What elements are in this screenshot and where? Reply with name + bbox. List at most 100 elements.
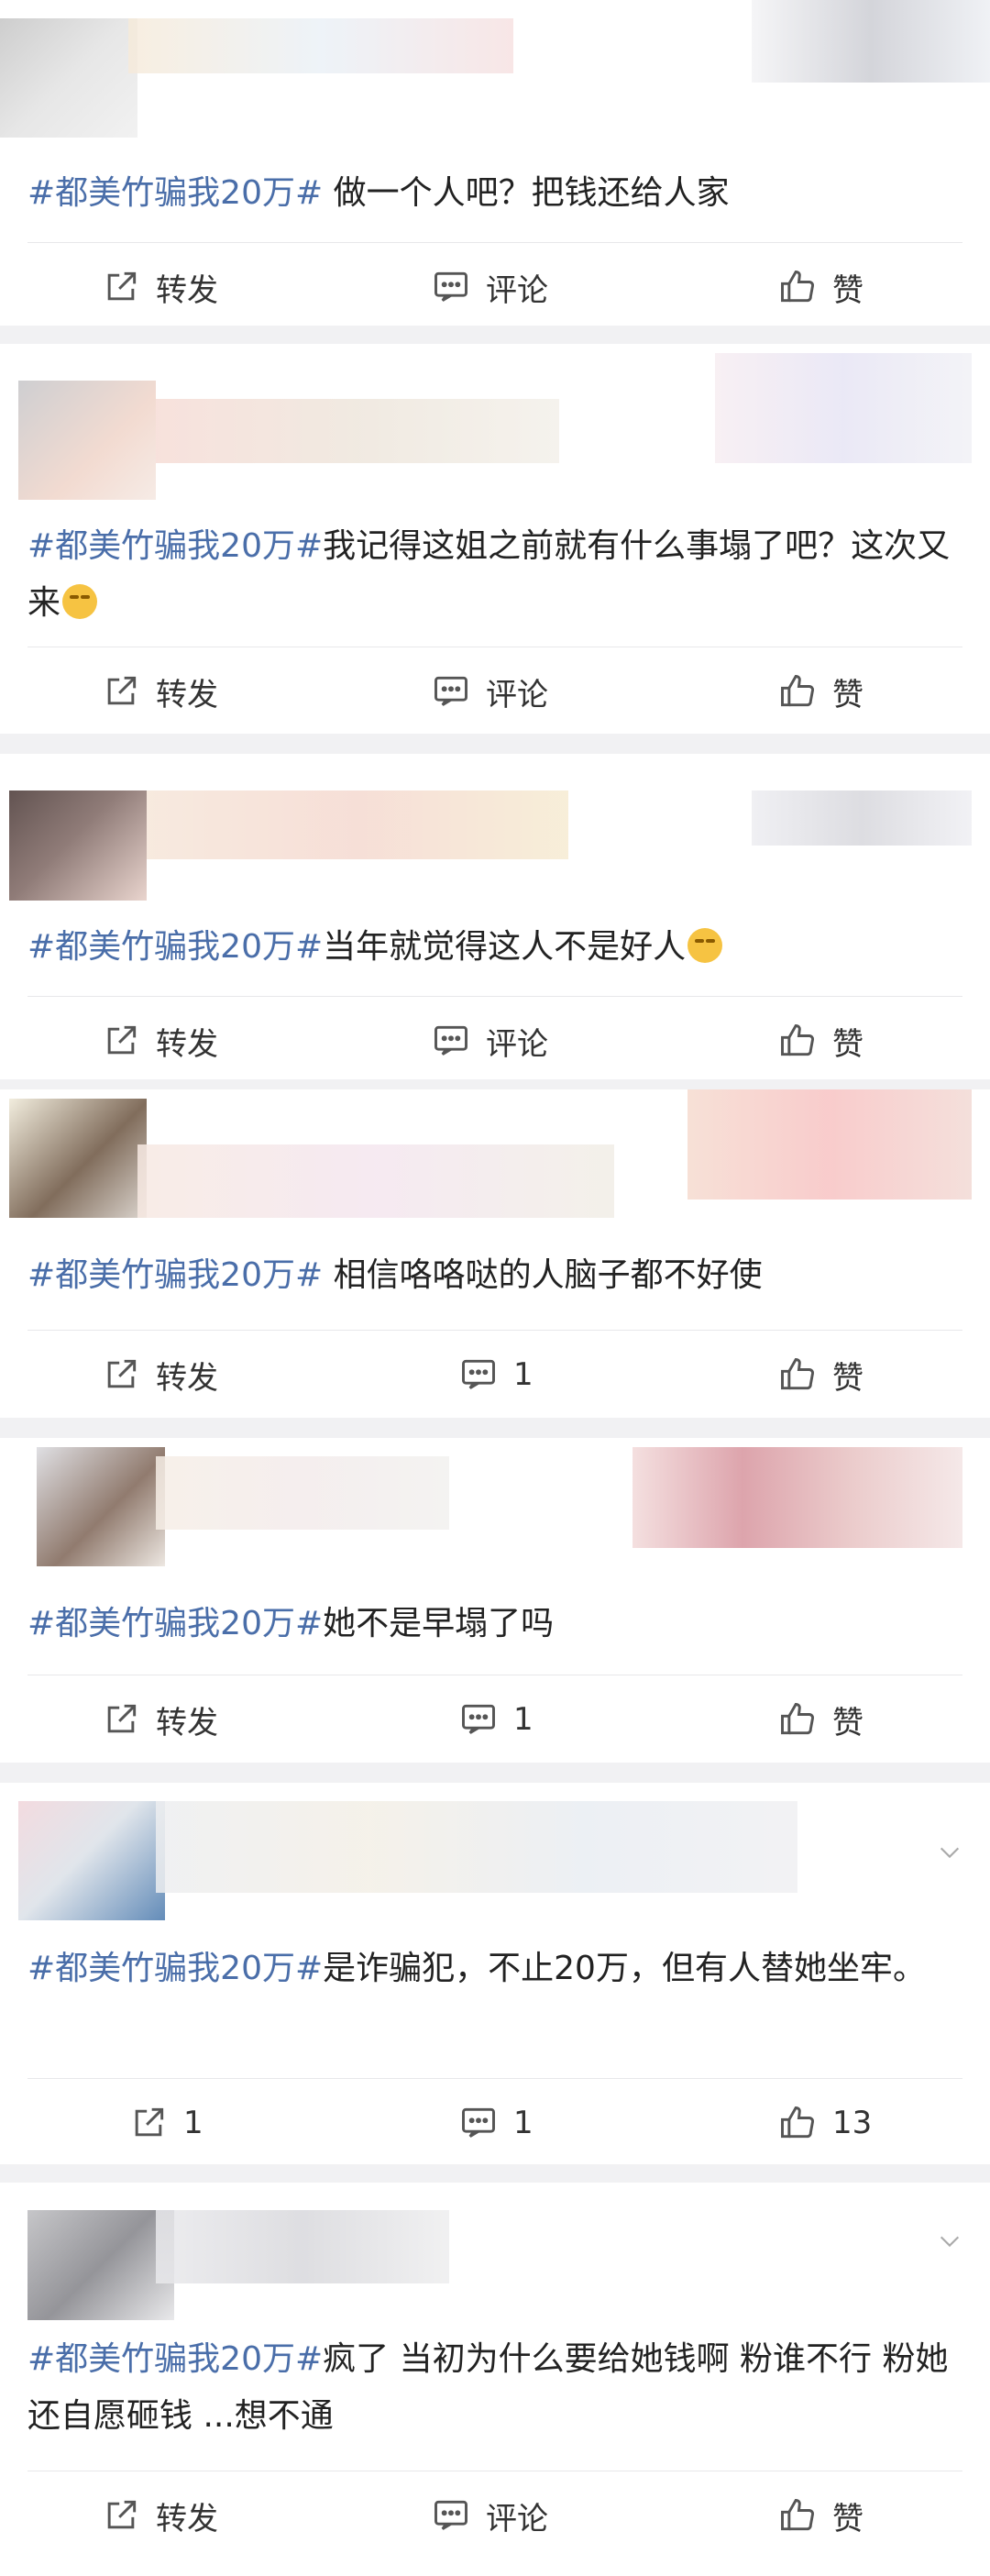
post-text: #都美竹骗我20万#是诈骗犯，不止20万，但有人替她坐牢。 [28,1940,962,1997]
hashtag-link[interactable]: #都美竹骗我20万# [28,2340,323,2378]
like-button[interactable]: 赞 [777,2474,864,2557]
thumbs-up-icon [781,675,814,707]
like-button[interactable]: 赞 [777,1000,864,1079]
repost-icon [107,1704,137,1733]
comment-count: 1 [513,2105,534,2141]
comment-icon [434,1025,468,1056]
laughing-tears-emoji [62,584,98,619]
thumbs-up-icon [781,1024,814,1056]
like-label: 赞 [832,2500,864,2537]
like-button[interactable]: 赞 [777,246,864,326]
mosaic-avatar [18,381,156,500]
comment-icon [434,676,468,706]
like-button[interactable]: 13 [777,2082,872,2164]
repost-label: 转发 [156,2500,218,2537]
mosaic-avatar [18,1801,165,1920]
blurred-user-header [0,344,990,504]
action-bar: 转发 评论 赞 [0,1000,990,1079]
comment-label: 评论 [486,2500,548,2537]
blurred-user-header [0,1089,990,1250]
like-label: 赞 [832,676,864,713]
action-bar: 转发 1 赞 [0,1333,990,1416]
post-body: 相信咯咯哒的人脑子都不好使 [323,1256,763,1294]
post-card: #都美竹骗我20万#疯了 当初为什么要给她钱啊 粉谁不行 粉她 还自愿砸钱 ..… [0,2183,990,2576]
thumbs-up-icon [781,2106,814,2139]
comment-button[interactable]: 评论 [431,650,548,733]
repost-button[interactable]: 转发 [101,650,218,733]
comment-icon [462,1704,495,1734]
repost-label: 转发 [156,1025,218,1063]
repost-button[interactable]: 转发 [101,1333,218,1416]
comment-button[interactable]: 评论 [431,1000,548,1079]
repost-button[interactable]: 转发 [101,2474,218,2557]
comment-icon [462,2107,495,2138]
comment-button[interactable]: 1 [458,1678,534,1761]
hashtag-link[interactable]: #都美竹骗我20万# [28,1256,323,1294]
repost-count: 1 [183,2105,204,2141]
comment-icon [434,2500,468,2530]
repost-button[interactable]: 转发 [101,1000,218,1079]
chevron-down-icon[interactable] [937,1840,962,1865]
post-card: #都美竹骗我20万#她不是早塌了吗 转发 1 赞 [0,1438,990,1763]
post-text: #都美竹骗我20万#她不是早塌了吗 [28,1596,962,1653]
like-label: 赞 [832,1704,864,1741]
action-bar: 转发 1 赞 [0,1678,990,1761]
like-label: 赞 [832,1359,864,1397]
hashtag-link[interactable]: #都美竹骗我20万# [28,527,323,565]
thumbs-up-icon [781,271,814,303]
repost-icon [107,2500,137,2529]
repost-button[interactable]: 转发 [101,246,218,326]
comment-count: 1 [513,1356,534,1393]
repost-icon [107,676,137,705]
comment-label: 评论 [486,1025,548,1063]
action-bar: 1 1 13 [0,2082,990,2164]
thumbs-up-icon [781,1703,814,1735]
comment-label: 评论 [486,676,548,713]
hashtag-link[interactable]: #都美竹骗我20万# [28,928,323,966]
post-text: #都美竹骗我20万# 相信咯咯哒的人脑子都不好使 [28,1247,962,1304]
comment-button[interactable]: 1 [458,2082,534,2164]
smirk-emoji [688,928,723,963]
comment-button[interactable]: 评论 [431,2474,548,2557]
mosaic-avatar [28,2210,174,2320]
post-body: 当年就觉得这人不是好人 [323,928,687,966]
post-body: 是诈骗犯，不止20万，但有人替她坐牢。 [323,1950,926,1987]
action-bar: 转发 评论 赞 [0,650,990,733]
hashtag-link[interactable]: #都美竹骗我20万# [28,1605,323,1642]
repost-label: 转发 [156,1704,218,1741]
repost-label: 转发 [156,676,218,713]
comment-icon [434,271,468,302]
post-text: #都美竹骗我20万#我记得这姐之前就有什么事塌了吧？这次又来 [28,518,962,632]
comment-icon [462,1359,495,1389]
repost-button[interactable]: 1 [128,2082,204,2164]
comment-label: 评论 [486,271,548,309]
repost-button[interactable]: 转发 [101,1678,218,1761]
like-count: 13 [832,2105,873,2141]
hashtag-link[interactable]: #都美竹骗我20万# [28,1950,323,1987]
comment-button[interactable]: 1 [458,1333,534,1416]
divider [28,1330,962,1331]
like-button[interactable]: 赞 [777,1678,864,1761]
blurred-user-header [0,1438,990,1585]
thumbs-up-icon [781,1358,814,1390]
comment-count: 1 [513,1701,534,1738]
post-body: 她不是早塌了吗 [323,1605,555,1642]
thumbs-up-icon [781,2499,814,2531]
post-text: #都美竹骗我20万#当年就觉得这人不是好人 [28,919,962,976]
mosaic-avatar [9,1099,147,1218]
blurred-user-header [0,1783,990,1939]
repost-label: 转发 [156,1359,218,1397]
mosaic-avatar [0,18,138,138]
like-button[interactable]: 赞 [777,650,864,733]
blurred-user-header [0,2183,990,2338]
like-button[interactable]: 赞 [777,1333,864,1416]
repost-icon [135,2107,164,2137]
post-card: #都美竹骗我20万#当年就觉得这人不是好人 转发 评论 赞 [0,754,990,1079]
action-bar: 转发 评论 赞 [0,246,990,326]
divider [28,2078,962,2079]
comment-button[interactable]: 评论 [431,246,548,326]
hashtag-link[interactable]: #都美竹骗我20万# [28,174,323,212]
post-card: #都美竹骗我20万#我记得这姐之前就有什么事塌了吧？这次又来 转发 评论 赞 [0,344,990,734]
chevron-down-icon[interactable] [937,2228,962,2254]
like-label: 赞 [832,271,864,309]
